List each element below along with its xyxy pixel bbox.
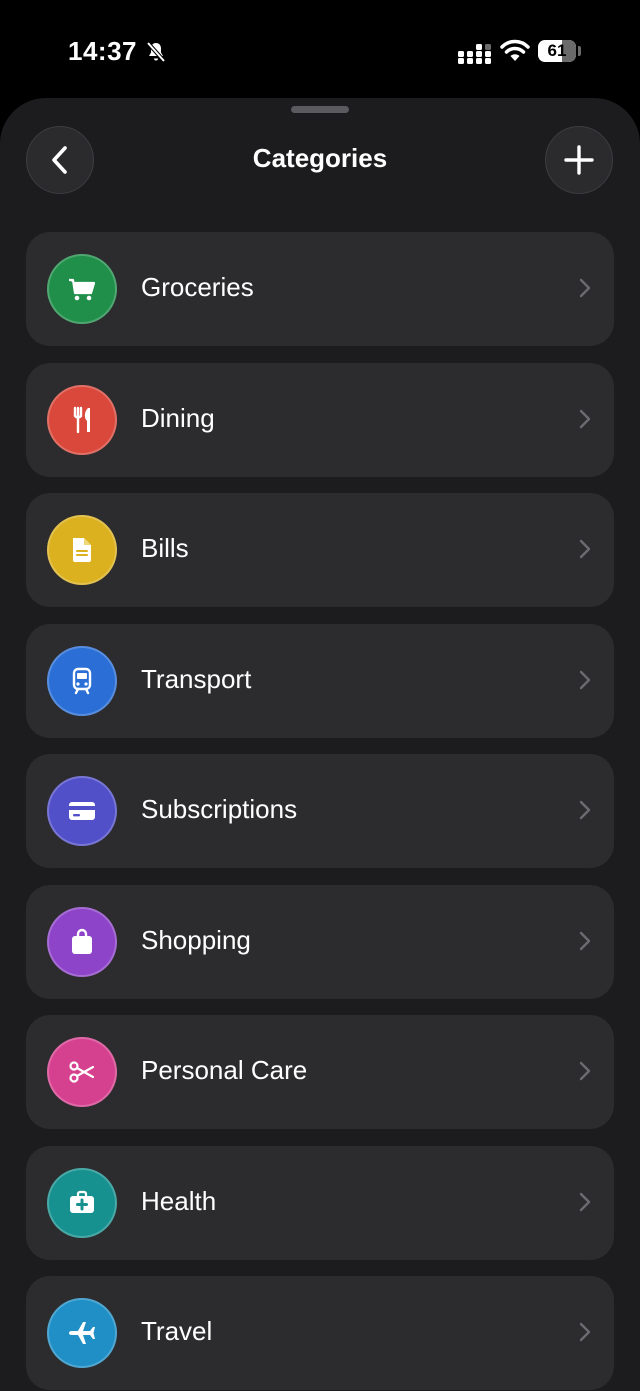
- category-label: Travel: [141, 1316, 213, 1346]
- category-label: Subscriptions: [141, 794, 298, 824]
- shopping-icon-badge: [47, 906, 117, 977]
- chevron-right-icon: [579, 409, 591, 428]
- category-label: Bills: [141, 533, 189, 563]
- category-label: Dining: [141, 402, 215, 433]
- health-icon-badge: [47, 1167, 117, 1238]
- scissors-icon: [69, 1061, 95, 1083]
- category-row-dining[interactable]: Dining: [26, 362, 614, 477]
- category-label: Transport: [141, 663, 252, 694]
- sheet-grabber[interactable]: [291, 106, 349, 113]
- bills-icon-badge: [47, 515, 117, 585]
- chevron-right-icon: [579, 278, 591, 298]
- categories-sheet: Categories Groceries Dining Bills Transp…: [0, 98, 640, 1391]
- subscriptions-icon-badge: [47, 776, 117, 846]
- category-row-personal-care[interactable]: Personal Care: [26, 1015, 614, 1129]
- wifi-icon: [500, 39, 530, 61]
- chevron-right-icon: [579, 1061, 591, 1081]
- personal-care-icon-badge: [47, 1037, 117, 1107]
- transport-icon-badge: [47, 645, 117, 716]
- bell-slash-icon: [146, 41, 166, 63]
- page-title: Categories: [252, 143, 388, 173]
- category-row-groceries[interactable]: Groceries: [26, 232, 614, 346]
- category-list: Groceries Dining Bills Transport Subscri…: [26, 232, 614, 1391]
- category-label: Personal Care: [141, 1055, 308, 1085]
- chevron-right-icon: [579, 670, 591, 689]
- battery-level: 61: [547, 41, 567, 60]
- fork-knife-icon: [73, 406, 90, 433]
- add-category-button[interactable]: [545, 126, 613, 194]
- battery-icon: 61: [538, 40, 576, 62]
- category-row-transport[interactable]: Transport: [26, 623, 614, 738]
- status-time: 14:37: [68, 36, 137, 66]
- status-bar: 14:37 61: [0, 0, 640, 100]
- chevron-right-icon: [579, 1322, 591, 1342]
- dining-icon-badge: [47, 384, 117, 455]
- plus-icon: [564, 145, 594, 175]
- tram-icon: [72, 667, 92, 694]
- category-row-travel[interactable]: Travel: [26, 1276, 614, 1390]
- category-row-subscriptions[interactable]: Subscriptions: [26, 754, 614, 868]
- chevron-right-icon: [579, 539, 591, 559]
- document-icon: [73, 538, 91, 562]
- travel-icon-badge: [47, 1298, 117, 1368]
- groceries-icon-badge: [47, 254, 117, 324]
- chevron-right-icon: [579, 800, 591, 820]
- category-label: Shopping: [141, 924, 251, 955]
- category-label: Health: [141, 1185, 217, 1216]
- cellular-signal-icon: [458, 44, 491, 64]
- cart-icon: [69, 278, 96, 301]
- chevron-right-icon: [579, 931, 591, 950]
- medical-kit-icon: [70, 1190, 94, 1213]
- battery-tip: [578, 46, 581, 56]
- credit-card-icon: [69, 802, 95, 820]
- chevron-right-icon: [579, 1192, 591, 1211]
- airplane-icon: [69, 1322, 95, 1344]
- category-label: Groceries: [141, 272, 254, 302]
- category-row-bills[interactable]: Bills: [26, 493, 614, 607]
- category-row-health[interactable]: Health: [26, 1145, 614, 1260]
- shopping-bag-icon: [72, 928, 92, 954]
- category-row-shopping[interactable]: Shopping: [26, 884, 614, 999]
